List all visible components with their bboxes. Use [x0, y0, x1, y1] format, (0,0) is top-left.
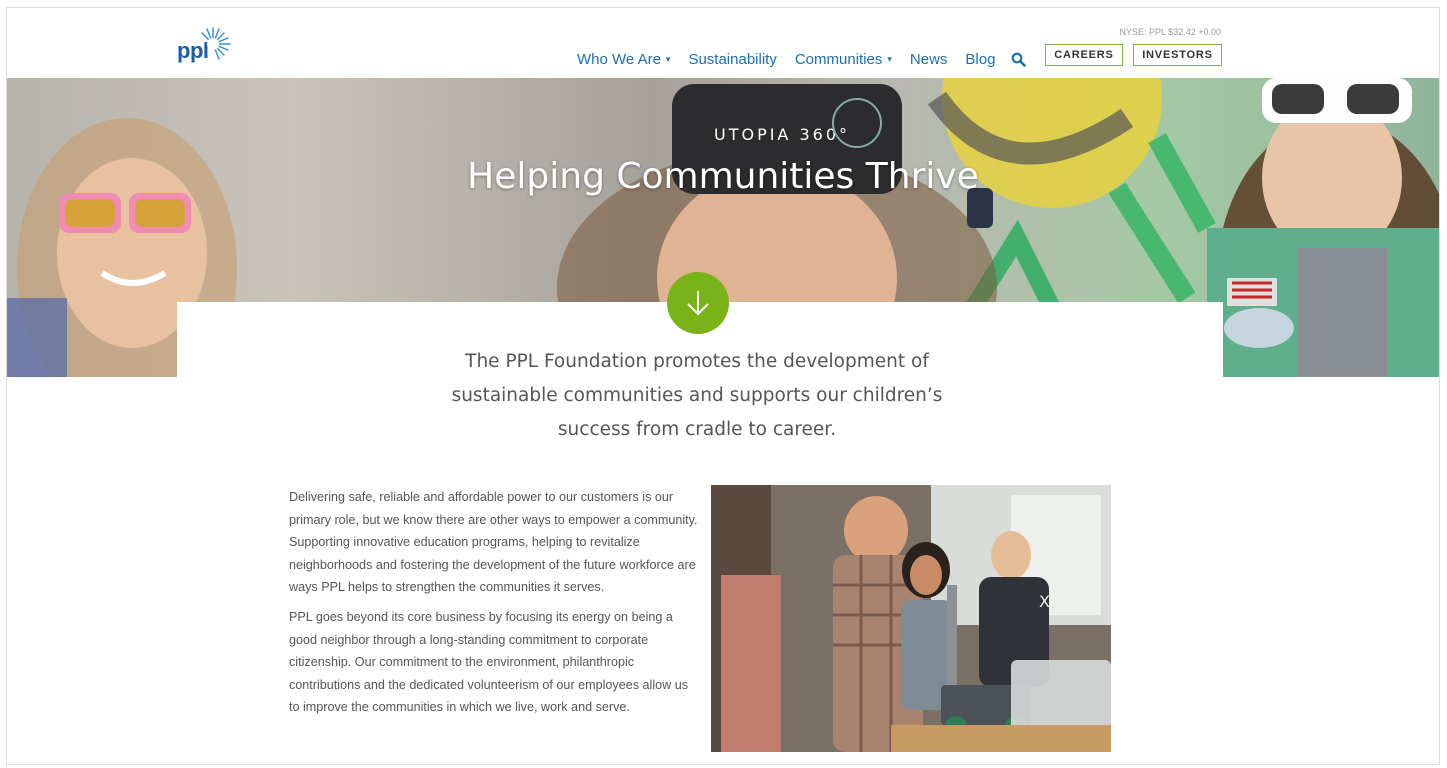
nav-news-label: News — [909, 50, 948, 68]
chevron-down-icon: ▾ — [665, 53, 671, 64]
hero-title: Helping Communities Thrive — [467, 156, 979, 197]
body-paragraph-2: PPL goes beyond its core business by foc… — [289, 609, 689, 715]
search-icon[interactable] — [1011, 52, 1027, 67]
arrow-down-icon — [687, 291, 709, 316]
nav-communities-label: Communities — [794, 50, 883, 68]
body-copy: Delivering safe, reliable and affordable… — [289, 486, 699, 726]
investors-button[interactable]: INVESTORS — [1133, 44, 1222, 66]
sunburst-icon — [201, 27, 231, 60]
nav-sustainability-label: Sustainability — [688, 50, 777, 68]
site-header: ppl NYSE: PPL $32.42 +0.00 Who We Are ▾ … — [7, 8, 1439, 78]
main-nav: Who We Are ▾ Sustainability Communities … — [577, 48, 1044, 70]
headset-brand: UTOPIA 360° — [714, 125, 850, 144]
ppl-logo[interactable]: ppl — [177, 24, 237, 68]
students-robotics-photo: X — [711, 485, 1111, 752]
chevron-down-icon: ▾ — [887, 53, 892, 64]
nav-communities[interactable]: Communities ▾ — [795, 51, 892, 68]
body-paragraph-1: Delivering safe, reliable and affordable… — [289, 490, 698, 595]
scroll-down-button[interactable] — [667, 272, 729, 334]
nav-who-we-are-label: Who We Are — [577, 50, 661, 68]
nav-blog-label: Blog — [965, 50, 996, 68]
nav-blog[interactable]: Blog — [965, 51, 995, 68]
nav-news[interactable]: News — [910, 51, 948, 68]
careers-button[interactable]: CAREERS — [1045, 44, 1123, 66]
svg-text:X: X — [1039, 592, 1050, 611]
nav-who-we-are[interactable]: Who We Are ▾ — [577, 51, 670, 68]
intro-statement: The PPL Foundation promotes the developm… — [451, 351, 943, 440]
stock-ticker: NYSE: PPL $32.42 +0.00 — [1119, 27, 1222, 37]
nav-sustainability[interactable]: Sustainability — [688, 51, 776, 68]
page-frame: ppl NYSE: PPL $32.42 +0.00 Who We Are ▾ … — [6, 7, 1440, 765]
